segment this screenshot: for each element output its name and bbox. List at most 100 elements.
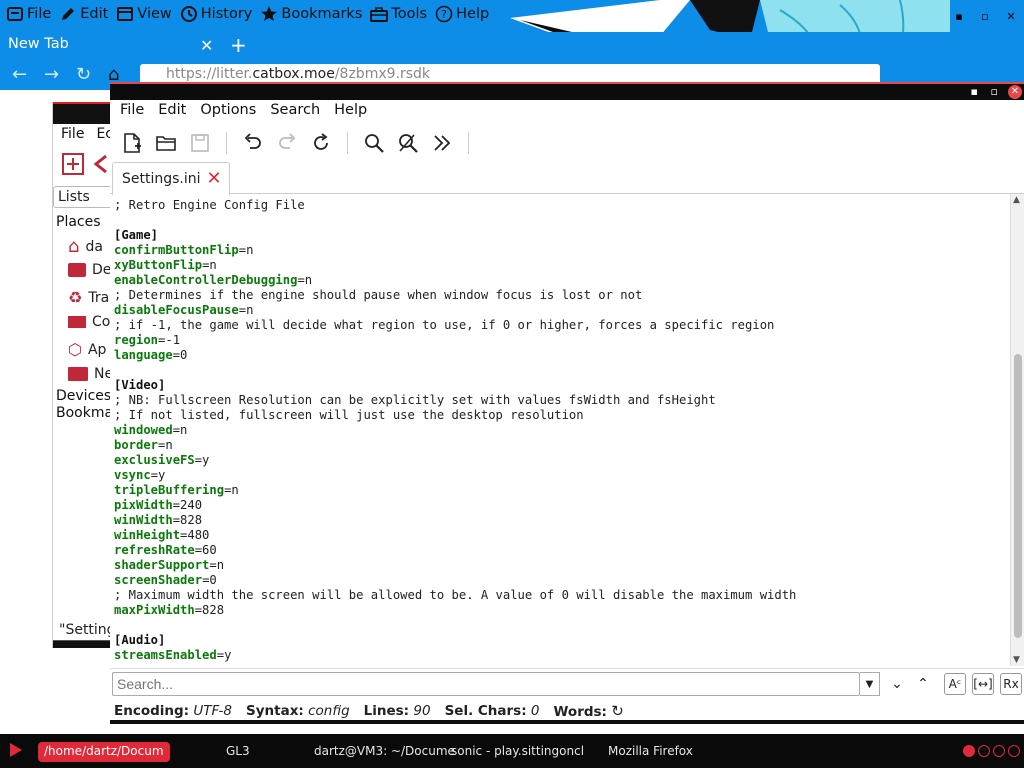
undo-icon[interactable] bbox=[241, 131, 265, 155]
place-applications[interactable]: ⬡ Ap bbox=[68, 340, 106, 359]
tab-close-icon[interactable]: ✕ bbox=[200, 36, 213, 55]
code-line: enableControllerDebugging=n bbox=[114, 273, 1006, 288]
close-icon[interactable]: ✕ bbox=[1008, 85, 1022, 99]
reload-icon[interactable]: ↻ bbox=[76, 64, 91, 85]
tab-settings-ini[interactable]: Settings.ini ✕ bbox=[112, 162, 230, 195]
config-key: disableFocusPause bbox=[114, 303, 239, 317]
config-key: refreshRate bbox=[114, 543, 195, 557]
place-home[interactable]: ⌂ da bbox=[68, 236, 103, 257]
close-icon[interactable]: ✕ bbox=[998, 6, 1024, 26]
start-menu-icon[interactable] bbox=[10, 743, 22, 757]
minimize-icon[interactable]: ▪ bbox=[946, 6, 972, 26]
go-to-line-icon[interactable] bbox=[430, 131, 454, 155]
workspace-switcher bbox=[963, 745, 1020, 757]
forward-icon[interactable]: → bbox=[44, 64, 59, 85]
config-value: =n bbox=[224, 483, 239, 497]
place-desktop[interactable]: De bbox=[68, 262, 111, 278]
toolbar-separator bbox=[468, 132, 469, 154]
menu-help[interactable]: Help bbox=[334, 102, 367, 118]
find-previous-icon[interactable]: ⌃ bbox=[912, 673, 934, 695]
firefox-tab[interactable]: New Tab bbox=[0, 32, 226, 60]
place-computer[interactable]: Co bbox=[68, 314, 110, 330]
firefox-menu-file[interactable]: File bbox=[6, 5, 51, 23]
minimize-icon[interactable]: ▪ bbox=[971, 85, 978, 98]
task-firefox[interactable]: Mozilla Firefox bbox=[602, 742, 699, 762]
refresh-words-icon[interactable]: ↻ bbox=[611, 702, 624, 720]
trash-icon: ♻ bbox=[68, 288, 83, 307]
find-next-icon[interactable]: ⌄ bbox=[886, 673, 908, 695]
firefox-menu: File Edit View History Bookmarks Tools ?… bbox=[6, 5, 497, 23]
config-key: language bbox=[114, 348, 173, 362]
text-editor-window: ▪ ▫ ✕ File Edit Options Search Help Sett… bbox=[110, 82, 1024, 724]
place-folder[interactable]: Ne bbox=[68, 366, 113, 382]
workspace-2[interactable] bbox=[978, 745, 990, 757]
code-line: confirmButtonFlip=n bbox=[114, 243, 1006, 258]
menu-file[interactable]: File bbox=[120, 102, 144, 118]
workspace-4[interactable] bbox=[1008, 745, 1020, 757]
search-history-dropdown[interactable]: ▼ bbox=[860, 672, 880, 696]
code-line: refreshRate=60 bbox=[114, 543, 1006, 558]
find-icon[interactable] bbox=[362, 131, 386, 155]
code-line: [Audio] bbox=[114, 633, 1006, 648]
config-value: =n bbox=[172, 423, 188, 437]
regex-icon[interactable]: Rx bbox=[1000, 673, 1022, 695]
code-line: [Game] bbox=[114, 228, 1006, 243]
code-line: pixWidth=240 bbox=[114, 498, 1006, 513]
whole-word-icon[interactable]: [↔] bbox=[972, 673, 994, 695]
task-sonic-play[interactable]: sonic - play.sittingoncl bbox=[445, 742, 590, 762]
scroll-up-icon[interactable]: ▲ bbox=[1013, 195, 1020, 205]
config-key: shaderSupport bbox=[114, 558, 210, 572]
scrollbar-thumb[interactable] bbox=[1014, 354, 1022, 638]
scroll-down-icon[interactable]: ▼ bbox=[1013, 655, 1020, 665]
task-file-manager[interactable]: /home/dartz/Docum bbox=[38, 742, 170, 762]
match-case-icon[interactable]: Aᶜ bbox=[944, 673, 966, 695]
firefox-menu-history[interactable]: History bbox=[180, 5, 252, 23]
firefox-menu-edit[interactable]: Edit bbox=[59, 5, 108, 23]
config-value: =0 bbox=[172, 348, 188, 362]
search-input[interactable] bbox=[112, 672, 860, 696]
back-icon[interactable]: ← bbox=[12, 64, 27, 85]
file-manager-menu-file[interactable]: File bbox=[61, 126, 84, 142]
menu-search[interactable]: Search bbox=[270, 102, 320, 118]
encoding-status: Encoding: UTF-8 bbox=[114, 703, 232, 719]
config-key: vsync bbox=[114, 468, 151, 482]
redo-icon[interactable] bbox=[275, 131, 299, 155]
config-value: =480 bbox=[180, 528, 210, 542]
task-terminal[interactable]: dartz@VM3: ~/Docume bbox=[308, 742, 461, 762]
workspace-3[interactable] bbox=[993, 745, 1005, 757]
config-value: =828 bbox=[194, 603, 225, 617]
code-line: maxPixWidth=828 bbox=[114, 603, 1006, 618]
close-tab-icon[interactable]: ✕ bbox=[207, 170, 222, 188]
config-value: =n bbox=[238, 243, 254, 257]
firefox-menu-view[interactable]: View bbox=[116, 5, 172, 23]
config-comment: ; Maximum width the screen will be allow… bbox=[114, 588, 797, 602]
firefox-menu-bookmarks[interactable]: Bookmarks bbox=[260, 5, 362, 23]
menu-edit[interactable]: Edit bbox=[158, 102, 186, 118]
menu-options[interactable]: Options bbox=[200, 102, 256, 118]
place-trash[interactable]: ♻ Tra bbox=[68, 288, 109, 307]
config-value: =n bbox=[158, 438, 173, 452]
config-value: =n bbox=[209, 558, 225, 572]
editor-statusbar: Encoding: UTF-8 Syntax: config Lines: 90… bbox=[114, 702, 624, 720]
vertical-scrollbar[interactable]: ▲ ▼ bbox=[1010, 194, 1024, 666]
lines-status: Lines: 90 bbox=[363, 703, 431, 719]
text-editor-area[interactable]: ; Retro Engine Config File [Game] confirmB… bbox=[110, 194, 1010, 666]
workspace-1[interactable] bbox=[963, 745, 975, 757]
firefox-menu-tools[interactable]: Tools bbox=[370, 5, 427, 23]
open-folder-icon[interactable] bbox=[154, 131, 178, 155]
save-icon[interactable] bbox=[188, 131, 212, 155]
maximize-icon[interactable]: ▫ bbox=[991, 85, 998, 98]
replace-icon[interactable] bbox=[396, 131, 420, 155]
words-status: Words: ↻ bbox=[553, 702, 624, 720]
config-comment: ; Determines if the engine should pause … bbox=[114, 288, 643, 302]
new-tab-icon[interactable]: + bbox=[230, 33, 247, 57]
reload-icon[interactable] bbox=[309, 131, 333, 155]
firefox-menu-help[interactable]: ? Help bbox=[435, 5, 489, 23]
task-gl3[interactable]: GL3 bbox=[220, 742, 256, 762]
code-line: ; NB: Fullscreen Resolution can be expli… bbox=[114, 393, 1006, 408]
new-file-icon[interactable] bbox=[120, 131, 144, 155]
code-line: border=n bbox=[114, 438, 1006, 453]
maximize-icon[interactable]: ▫ bbox=[972, 6, 998, 26]
